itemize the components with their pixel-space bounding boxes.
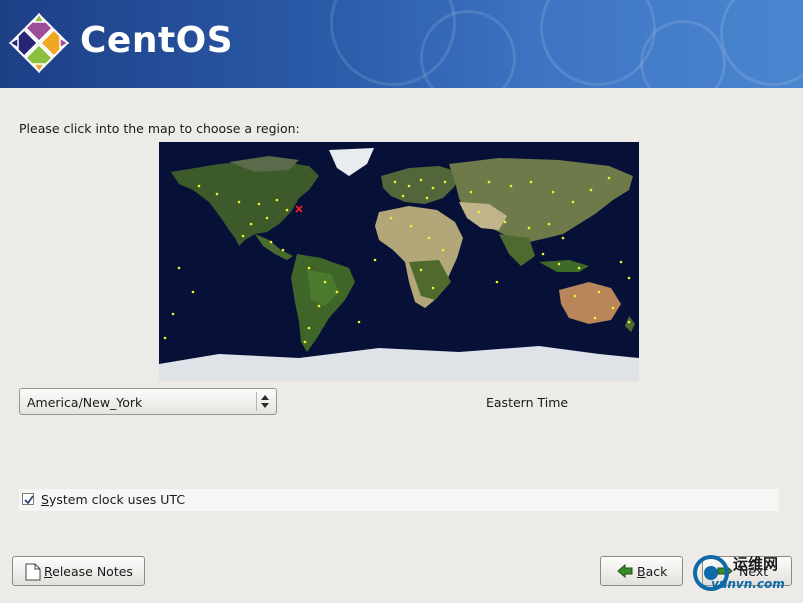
- utc-checkbox-label[interactable]: System clock uses UTC: [41, 492, 185, 507]
- back-arrow-icon: [617, 564, 633, 578]
- watermark-line2: yunvn.com: [711, 577, 785, 591]
- centos-logo-icon: [8, 12, 70, 74]
- world-map-icon: [159, 142, 639, 381]
- brand-name: CentOS: [80, 20, 234, 61]
- map-instruction: Please click into the map to choose a re…: [19, 121, 300, 136]
- watermark-line1: 运维网: [733, 555, 779, 573]
- header-banner: CentOS: [0, 0, 803, 88]
- timezone-select-value: America/New_York: [27, 395, 143, 410]
- checkmark-icon: [24, 495, 34, 505]
- timezone-select[interactable]: America/New_York: [19, 388, 277, 415]
- utc-checkbox[interactable]: [22, 493, 34, 505]
- select-arrows-icon: [256, 392, 273, 411]
- watermark: 运维网 yunvn.com: [693, 551, 801, 599]
- utc-option-row: System clock uses UTC: [19, 489, 779, 511]
- timezone-world-map[interactable]: [159, 142, 639, 381]
- timezone-description: Eastern Time: [486, 395, 569, 410]
- release-notes-button[interactable]: Release Notes: [12, 556, 145, 586]
- document-icon: [25, 563, 41, 581]
- back-label: Back: [637, 564, 668, 579]
- release-notes-label: Release Notes: [44, 564, 133, 579]
- back-button[interactable]: Back: [600, 556, 683, 586]
